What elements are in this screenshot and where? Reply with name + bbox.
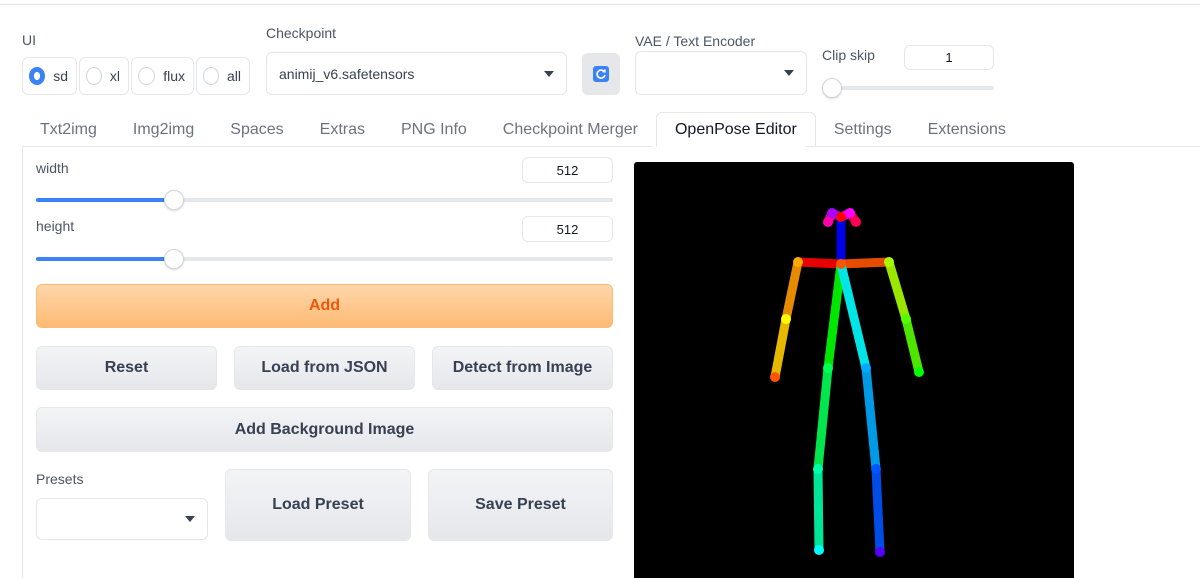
left-eye-joint [845, 208, 855, 218]
left-shoulder-joint [884, 257, 894, 267]
tab-bar: Txt2img Img2img Spaces Extras PNG Info C… [22, 112, 1024, 147]
right-thigh-bone [813, 363, 833, 474]
width-label: width [36, 160, 69, 176]
openpose-canvas[interactable] [634, 162, 1074, 578]
right-ear-joint [823, 217, 833, 227]
add-background-image-button[interactable]: Add Background Image [36, 407, 613, 452]
left-ankle-joint [875, 547, 885, 557]
ui-option-label: flux [163, 68, 185, 84]
clip-skip-slider[interactable] [822, 78, 994, 98]
clip-skip-label: Clip skip [822, 47, 875, 63]
neck-joint [836, 259, 846, 269]
tab-extensions[interactable]: Extensions [910, 112, 1024, 147]
checkpoint-label: Checkpoint [266, 25, 337, 41]
right-ankle-joint [814, 545, 824, 555]
left-wrist-joint [914, 367, 924, 377]
radio-unchecked-icon [138, 67, 156, 85]
ui-option-label: sd [53, 68, 68, 84]
detect-from-image-button[interactable]: Detect from Image [432, 346, 613, 390]
right-torso-bone [823, 259, 846, 373]
tab-divider-left [22, 146, 652, 147]
ui-radio-group: sd xl flux all [22, 57, 250, 95]
vae-label: VAE / Text Encoder [635, 33, 756, 49]
ui-option-flux[interactable]: flux [131, 57, 194, 95]
right-shin-bone [813, 464, 824, 555]
refresh-button[interactable] [582, 53, 620, 95]
left-forearm-bone [901, 314, 924, 377]
slider-track [822, 86, 994, 90]
height-input[interactable]: 512 [522, 216, 613, 242]
slider-fill [36, 198, 174, 202]
chevron-down-icon [544, 70, 554, 77]
tab-divider-right [805, 146, 1200, 147]
ui-option-all[interactable]: all [196, 57, 250, 95]
save-preset-button[interactable]: Save Preset [428, 469, 613, 541]
tab-spaces[interactable]: Spaces [212, 112, 301, 147]
add-button[interactable]: Add [36, 284, 613, 328]
presets-label: Presets [36, 471, 84, 487]
checkpoint-value: animij_v6.safetensors [279, 65, 415, 82]
ui-option-xl[interactable]: xl [79, 57, 129, 95]
height-label: height [36, 218, 75, 234]
radio-checked-icon [29, 67, 46, 85]
width-input[interactable]: 512 [522, 157, 613, 183]
tab-img2img[interactable]: Img2img [115, 112, 212, 147]
right-hip-joint [823, 363, 833, 373]
vae-dropdown[interactable] [635, 51, 807, 95]
left-knee-joint [871, 464, 881, 474]
top-divider [0, 4, 1200, 5]
left-elbow-joint [901, 314, 911, 324]
left-shoulder-bone [836, 257, 894, 269]
ui-option-sd[interactable]: sd [22, 57, 77, 95]
load-from-json-button[interactable]: Load from JSON [234, 346, 415, 390]
presets-dropdown[interactable] [36, 498, 208, 540]
right-shoulder-joint [793, 257, 803, 267]
left-ear-joint [851, 217, 861, 227]
chevron-down-icon [185, 516, 195, 522]
ui-option-label: xl [109, 68, 120, 84]
radio-unchecked-icon [203, 67, 219, 85]
panel-border [22, 147, 23, 578]
right-upper-arm-bone [781, 257, 803, 324]
right-shoulder-bone [793, 257, 846, 269]
slider-thumb[interactable] [822, 78, 842, 98]
left-shin-bone [871, 464, 885, 557]
radio-unchecked-icon [86, 67, 102, 85]
right-eye-joint [827, 208, 837, 218]
ui-label: UI [22, 32, 36, 48]
checkpoint-dropdown[interactable]: animij_v6.safetensors [266, 52, 567, 95]
left-thigh-bone [861, 363, 881, 474]
height-slider[interactable] [36, 249, 613, 269]
left-upper-arm-bone [884, 257, 911, 324]
slider-thumb[interactable] [164, 249, 184, 269]
load-preset-button[interactable]: Load Preset [225, 469, 411, 541]
tab-settings[interactable]: Settings [816, 112, 910, 147]
tab-txt2img[interactable]: Txt2img [22, 112, 115, 147]
tab-png-info[interactable]: PNG Info [383, 112, 485, 147]
nose-joint [836, 212, 846, 222]
right-forearm-bone [770, 314, 791, 382]
left-hip-joint [861, 363, 871, 373]
right-wrist-joint [770, 372, 780, 382]
width-slider[interactable] [36, 190, 613, 210]
ui-option-label: all [226, 68, 241, 84]
pose-skeleton[interactable] [634, 162, 1074, 578]
slider-fill [36, 257, 174, 261]
refresh-icon [593, 66, 609, 82]
tab-extras[interactable]: Extras [302, 112, 383, 147]
chevron-down-icon [784, 70, 794, 76]
tab-checkpoint-merger[interactable]: Checkpoint Merger [485, 112, 656, 147]
tab-openpose-editor[interactable]: OpenPose Editor [655, 112, 816, 147]
right-knee-joint [813, 464, 823, 474]
clip-skip-input[interactable]: 1 [904, 45, 994, 70]
right-elbow-joint [781, 314, 791, 324]
reset-button[interactable]: Reset [36, 346, 217, 390]
slider-thumb[interactable] [164, 190, 184, 210]
left-torso-bone [836, 259, 871, 373]
